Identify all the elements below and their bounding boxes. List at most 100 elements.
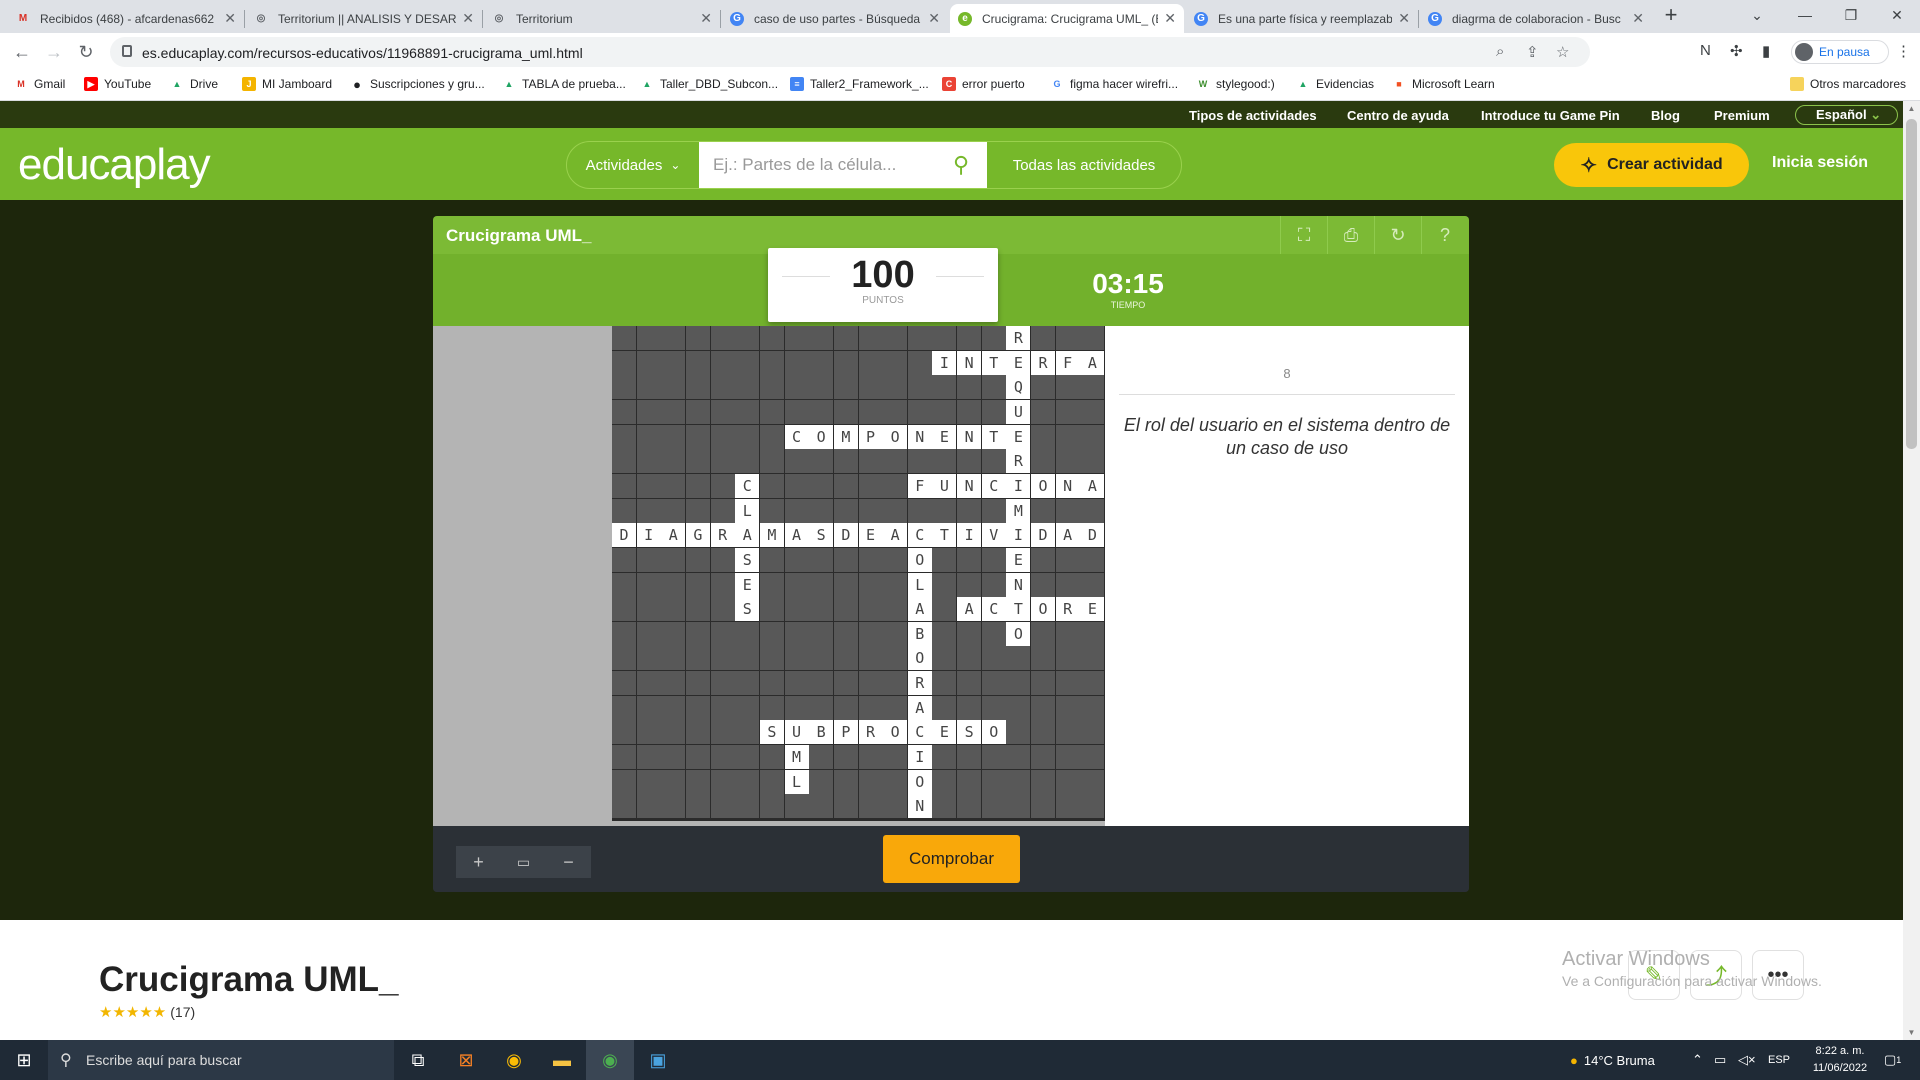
crossword-cell-filled[interactable]: I	[1006, 523, 1031, 548]
close-tab-icon[interactable]: ✕	[462, 10, 474, 27]
link-premium[interactable]: Premium	[1714, 108, 1770, 123]
crossword-cell-filled[interactable]: O	[883, 720, 908, 745]
crossword-cell-filled[interactable]: O	[809, 424, 834, 449]
other-bookmarks[interactable]: Otros marcadores	[1790, 77, 1906, 91]
close-tab-icon[interactable]: ✕	[1398, 10, 1410, 27]
crossword-cell-filled[interactable]: A	[1055, 523, 1080, 548]
link-centro-ayuda[interactable]: Centro de ayuda	[1347, 108, 1449, 123]
close-tab-icon[interactable]: ✕	[1164, 10, 1176, 27]
crossword-cell-filled[interactable]: A	[957, 597, 982, 622]
crossword-cell-filled[interactable]: A	[883, 523, 908, 548]
scrollbar-thumb[interactable]	[1906, 119, 1917, 449]
crossword-cell-filled[interactable]: O	[1031, 597, 1056, 622]
bookmark-figma[interactable]: Gfigma hacer wirefri...	[1050, 77, 1178, 91]
tray-chevron-icon[interactable]: ⌃	[1692, 1040, 1703, 1080]
crossword-cell-filled[interactable]: M	[759, 523, 784, 548]
crossword-cell-filled[interactable]: T	[1006, 597, 1031, 622]
crossword-cell-filled[interactable]: R	[1031, 350, 1056, 375]
crossword-cell-filled[interactable]: L	[735, 498, 760, 523]
fullscreen-icon[interactable]: ⛶	[1280, 216, 1327, 254]
crossword-cell-filled[interactable]: P	[858, 424, 883, 449]
close-tab-icon[interactable]: ✕	[224, 10, 236, 27]
crossword-cell-filled[interactable]: T	[981, 424, 1006, 449]
crossword-cell-filled[interactable]: I	[907, 745, 932, 770]
crossword-cell-filled[interactable]: E	[858, 523, 883, 548]
bookmark-taller-dbd[interactable]: ▲ Taller_DBD_Subcon...	[640, 77, 779, 91]
crossword-cell-filled[interactable]: A	[735, 523, 760, 548]
file-explorer-icon[interactable]: ▬	[538, 1040, 586, 1080]
bookmark-youtube[interactable]: ▶ YouTube	[84, 77, 151, 91]
print-icon[interactable]: ⎙	[1327, 216, 1374, 254]
all-activities-button[interactable]: Todas las actividades	[987, 142, 1181, 188]
search-input[interactable]	[699, 142, 987, 188]
crossword-cell-filled[interactable]: N	[957, 350, 982, 375]
crossword-cell-filled[interactable]: I	[932, 350, 957, 375]
crossword-cell-filled[interactable]: N	[957, 424, 982, 449]
create-activity-button[interactable]: ✧ Crear actividad	[1554, 143, 1749, 187]
crossword-cell-filled[interactable]: E	[1080, 597, 1105, 622]
share-icon[interactable]: ⇪	[1526, 43, 1539, 61]
bookmark-jamboard[interactable]: J MI Jamboard	[242, 77, 332, 91]
activities-dropdown[interactable]: Actividades ⌄	[567, 142, 699, 188]
windows-start-icon[interactable]: ⊞	[0, 1040, 48, 1080]
crossword-cell-filled[interactable]: R	[858, 720, 883, 745]
help-icon[interactable]: ?	[1421, 216, 1468, 254]
crossword-cell-filled[interactable]: B	[809, 720, 834, 745]
network-icon[interactable]: ▭	[1714, 1040, 1726, 1080]
back-button[interactable]: ←	[8, 39, 36, 65]
crossword-cell-filled[interactable]: I	[636, 523, 661, 548]
taskbar-search[interactable]: ⚲ Escribe aquí para buscar	[48, 1040, 394, 1080]
bookmark-suscripciones[interactable]: ● Suscripciones y gru...	[350, 77, 485, 92]
task-view-icon[interactable]: ⧉	[394, 1040, 442, 1080]
notifications-icon[interactable]: ▢ 1	[1884, 1040, 1901, 1080]
crossword-cell-filled[interactable]: O	[1031, 473, 1056, 498]
minimize-button[interactable]: —	[1782, 0, 1828, 30]
crossword-cell-filled[interactable]: E	[1006, 350, 1031, 375]
crossword-cell-filled[interactable]: O	[883, 424, 908, 449]
crossword-cell-filled[interactable]: C	[735, 473, 760, 498]
login-link[interactable]: Inicia sesión	[1772, 154, 1868, 172]
bookmark-gmail[interactable]: M Gmail	[14, 77, 65, 91]
restore-button[interactable]: ❐	[1828, 0, 1874, 30]
crossword-cell-filled[interactable]: O	[981, 720, 1006, 745]
bookmark-microsoft-learn[interactable]: ■ Microsoft Learn	[1392, 77, 1494, 91]
forward-button[interactable]: →	[40, 39, 68, 65]
taskbar-clock[interactable]: 8:22 a. m. 11/06/2022	[1800, 1043, 1880, 1077]
crossword-cell-filled[interactable]: E	[1006, 424, 1031, 449]
crossword-cell-filled[interactable]: O	[907, 646, 932, 671]
zoom-fit-button[interactable]: ▭	[501, 846, 546, 878]
crossword-cell-filled[interactable]: S	[759, 720, 784, 745]
browser-tab[interactable]: ◎ Territorium ✕	[484, 4, 720, 33]
crossword-cell-filled[interactable]: C	[981, 597, 1006, 622]
crossword-cell-filled[interactable]: C	[981, 473, 1006, 498]
bookmark-drive[interactable]: ▲ Drive	[170, 77, 218, 91]
crossword-cell-filled[interactable]: G	[685, 523, 710, 548]
scroll-up-icon[interactable]: ▲	[1903, 104, 1920, 113]
close-tab-icon[interactable]: ✕	[928, 10, 940, 27]
reload-button[interactable]: ↻	[72, 39, 100, 65]
close-tab-icon[interactable]: ✕	[1632, 10, 1644, 27]
page-scrollbar[interactable]: ▲ ▼	[1903, 101, 1920, 1040]
crossword-cell-filled[interactable]: R	[1055, 597, 1080, 622]
volume-muted-icon[interactable]: ◁×	[1738, 1040, 1756, 1080]
crossword-cell-filled[interactable]: S	[735, 597, 760, 622]
crossword-cell-filled[interactable]: N	[1055, 473, 1080, 498]
crossword-cell-filled[interactable]: I	[957, 523, 982, 548]
close-window-button[interactable]: ✕	[1874, 0, 1920, 30]
crossword-cell-filled[interactable]: D	[612, 523, 636, 548]
link-tipos-actividades[interactable]: Tipos de actividades	[1189, 108, 1317, 123]
search-icon[interactable]: ⚲	[953, 152, 969, 178]
crossword-cell-filled[interactable]: N	[907, 794, 932, 819]
crossword-cell-filled[interactable]: R	[907, 671, 932, 696]
crossword-cell-filled[interactable]: A	[907, 695, 932, 720]
crossword-cell-filled[interactable]: D	[1080, 523, 1105, 548]
zoom-out-button[interactable]: −	[546, 846, 591, 878]
omnibox[interactable]: es.educaplay.com/recursos-educativos/119…	[110, 37, 1590, 67]
close-tab-icon[interactable]: ✕	[700, 10, 712, 27]
crossword-cell-filled[interactable]: R	[710, 523, 735, 548]
tab-search-icon[interactable]: ⌄	[1734, 0, 1780, 30]
side-panel-icon[interactable]: ▮	[1762, 42, 1770, 60]
bookmark-stylegood[interactable]: Wstylegood:)	[1196, 77, 1275, 91]
chrome-icon[interactable]: ◉	[490, 1040, 538, 1080]
crossword-cell-filled[interactable]: S	[809, 523, 834, 548]
